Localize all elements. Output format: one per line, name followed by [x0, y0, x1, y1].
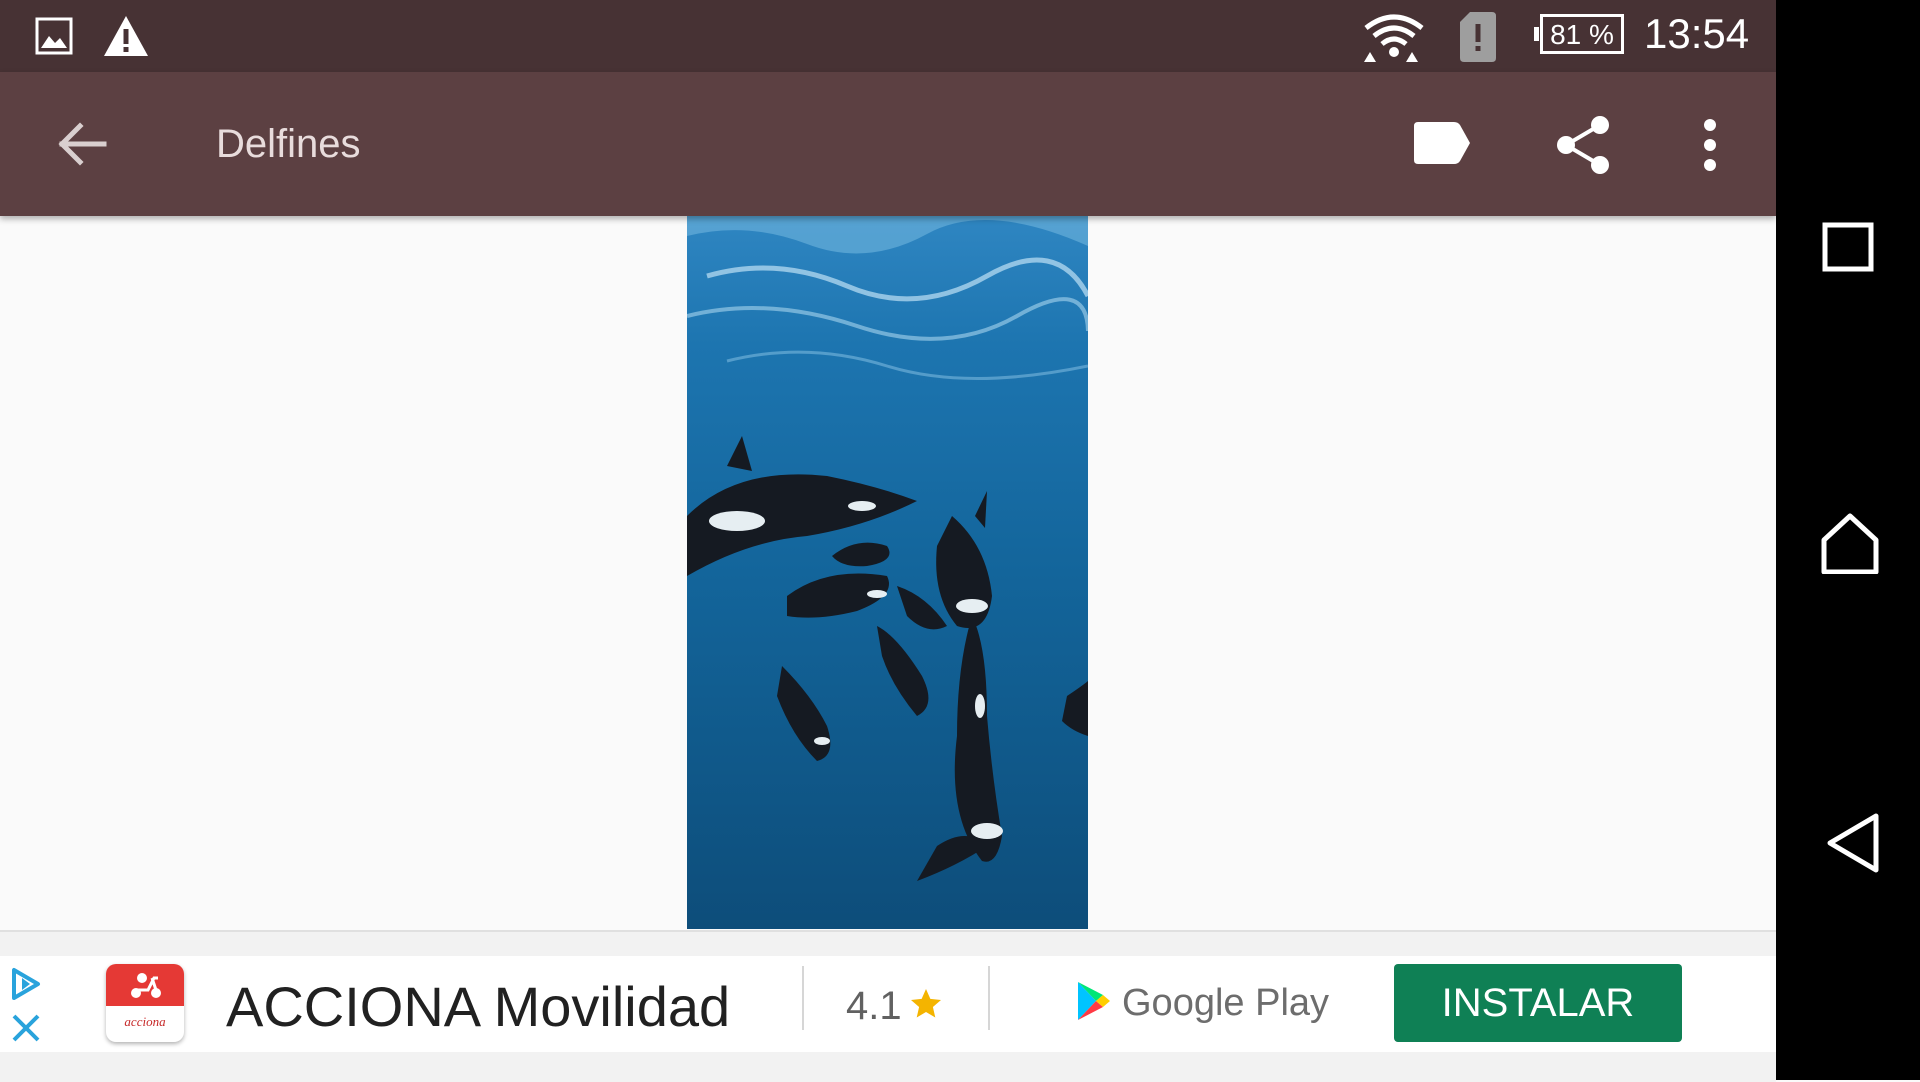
sim-alert-icon [1460, 12, 1496, 62]
label-icon[interactable] [1412, 120, 1472, 166]
page-title: Delfines [216, 122, 361, 166]
adchoices-icon[interactable] [8, 966, 44, 1002]
ad-container[interactable]: acciona ACCIONA Movilidad 4.1 Google Pla… [0, 956, 1776, 1052]
ad-banner: acciona ACCIONA Movilidad 4.1 Google Pla… [0, 930, 1776, 1082]
wifi-icon [1364, 14, 1424, 62]
recents-icon[interactable] [1822, 222, 1874, 272]
back-arrow-icon[interactable] [56, 118, 108, 170]
app-icon-label: acciona [124, 1014, 166, 1029]
ad-app-name[interactable]: ACCIONA Movilidad [226, 974, 730, 1039]
content-area [0, 216, 1776, 930]
home-icon[interactable] [1820, 512, 1880, 574]
ad-rating: 4.1 [846, 984, 902, 1028]
image-icon [35, 17, 73, 55]
battery-percent: 81 % [1550, 19, 1614, 50]
status-bar: 81 % 13:54 [0, 0, 1776, 72]
scooter-icon [131, 973, 161, 998]
orca-photo[interactable] [687, 216, 1088, 929]
share-icon[interactable] [1554, 114, 1612, 176]
battery-icon: 81 % [1534, 14, 1624, 54]
close-icon[interactable] [10, 1012, 42, 1044]
install-button[interactable]: INSTALAR [1394, 964, 1682, 1042]
app-icon[interactable]: acciona [106, 964, 184, 1042]
status-time: 13:54 [1644, 10, 1750, 57]
navigation-bar [1776, 0, 1920, 1080]
ad-store-name: Google Play [1122, 982, 1330, 1024]
warning-icon [104, 16, 148, 56]
ad-divider [802, 966, 804, 1030]
app-bar: Delfines [0, 72, 1776, 216]
more-vert-icon[interactable] [1698, 118, 1722, 172]
google-play-icon [1078, 982, 1110, 1020]
back-icon[interactable] [1824, 812, 1880, 874]
ad-divider [988, 966, 990, 1030]
star-icon [911, 989, 941, 1018]
